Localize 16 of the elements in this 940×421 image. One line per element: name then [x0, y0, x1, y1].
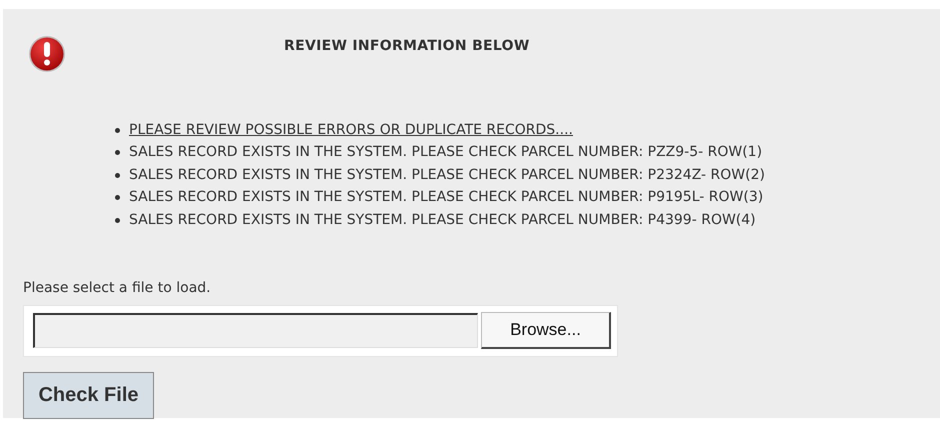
bullet-icon [115, 172, 120, 178]
bullet-icon [115, 150, 120, 156]
bullet-icon [115, 218, 120, 223]
bullet-icon [115, 195, 120, 200]
file-label: Please select a file to load. [23, 278, 212, 298]
error-message: SALES RECORD EXISTS IN THE SYSTEM. PLEASE CHECK PARCEL NUMBER: P4399- ROW(4) [129, 210, 756, 230]
check-file-button[interactable]: Check File [23, 372, 154, 418]
browse-button[interactable]: Browse... [481, 312, 611, 349]
error-message: SALES RECORD EXISTS IN THE SYSTEM. PLEASE CHECK PARCEL NUMBER: PZZ9-5- ROW(1) [129, 143, 762, 162]
file-path-field[interactable] [33, 313, 478, 348]
error-icon [28, 35, 66, 73]
error-message: SALES RECORD EXISTS IN THE SYSTEM. PLEASE CHECK PARCEL NUMBER: P9195L- ROW(3) [129, 188, 764, 208]
dialog-title: REVIEW INFORMATION BELOW [284, 37, 530, 56]
review-link[interactable]: PLEASE REVIEW POSSIBLE ERRORS OR DUPLICATE RECORDS.... [129, 120, 573, 141]
bullet-icon [115, 128, 120, 133]
error-message: SALES RECORD EXISTS IN THE SYSTEM. PLEASE CHECK PARCEL NUMBER: P2324Z- ROW(2) [129, 166, 765, 185]
